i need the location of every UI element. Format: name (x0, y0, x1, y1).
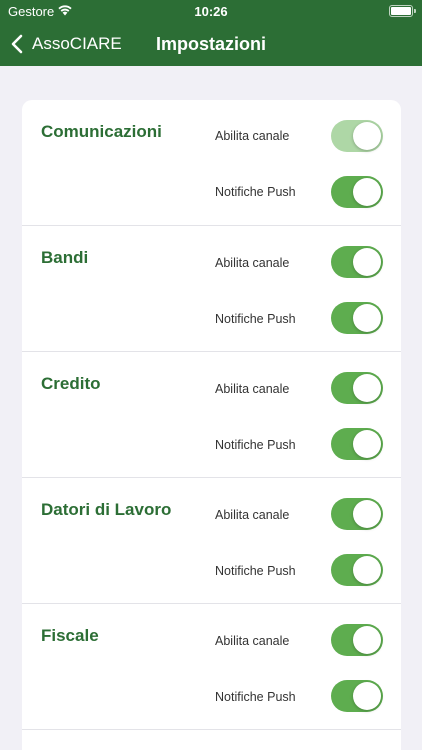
toggle-knob (353, 626, 381, 654)
section-bandi: Bandi Abilita canale Notifiche Push (22, 226, 401, 352)
header-bar: Gestore 10:26 Impostazioni AssoCIARE (0, 0, 422, 66)
page-title-text: Impostazioni (155, 34, 266, 54)
chevron-left-icon (11, 34, 23, 54)
toggle-notifiche-push[interactable] (331, 176, 383, 208)
toggle-knob (353, 248, 381, 276)
row-label-notifiche-push: Notifiche Push (215, 185, 296, 199)
toggle-notifiche-push[interactable] (331, 302, 383, 334)
toggle-knob (353, 500, 381, 528)
toggle-knob (353, 304, 381, 332)
toggle-abilita-canale[interactable] (331, 624, 383, 656)
section-title: Fiscale (41, 626, 99, 645)
toggle-abilita-canale[interactable] (331, 498, 383, 530)
clock: 10:26 (194, 4, 228, 19)
row-label-notifiche-push: Notifiche Push (215, 438, 296, 452)
back-button[interactable]: AssoCIARE (10, 26, 122, 62)
section-comunicazioni: Comunicazioni Abilita canale Notifiche P… (22, 100, 401, 226)
row-label-abilita-canale: Abilita canale (215, 129, 290, 143)
row-label-notifiche-push: Notifiche Push (215, 564, 296, 578)
section-title: Credito (41, 374, 101, 393)
toggle-abilita-canale[interactable] (331, 372, 383, 404)
battery-icon (389, 5, 416, 17)
settings-list: Comunicazioni Abilita canale Notifiche P… (22, 100, 401, 750)
back-button-label: AssoCIARE (32, 34, 122, 53)
toggle-knob (353, 178, 381, 206)
toggle-knob (353, 430, 381, 458)
section-title: Bandi (41, 248, 89, 267)
row-label-abilita-canale: Abilita canale (215, 634, 290, 648)
row-label-abilita-canale: Abilita canale (215, 256, 290, 270)
toggle-notifiche-push[interactable] (331, 428, 383, 460)
section-datori-di-lavoro: Datori di Lavoro Abilita canale Notifich… (22, 478, 401, 604)
row-label-notifiche-push: Notifiche Push (215, 690, 296, 704)
toggle-knob (353, 122, 381, 150)
row-label-abilita-canale: Abilita canale (215, 382, 290, 396)
toggle-knob (353, 556, 381, 584)
toggle-notifiche-push[interactable] (331, 680, 383, 712)
row-label-abilita-canale: Abilita canale (215, 508, 290, 522)
section-credito: Credito Abilita canale Notifiche Push (22, 352, 401, 478)
section-title: Comunicazioni (41, 122, 162, 141)
section-fiscale: Fiscale Abilita canale Notifiche Push (22, 604, 401, 730)
navigation-bar: Impostazioni AssoCIARE (0, 26, 422, 62)
row-label-notifiche-push: Notifiche Push (215, 312, 296, 326)
status-bar: Gestore 10:26 (0, 0, 422, 22)
section-title: Datori di Lavoro (41, 500, 172, 519)
toggle-abilita-canale[interactable] (331, 120, 383, 152)
toggle-notifiche-push[interactable] (331, 554, 383, 586)
toggle-knob (353, 682, 381, 710)
toggle-knob (353, 374, 381, 402)
toggle-abilita-canale[interactable] (331, 246, 383, 278)
